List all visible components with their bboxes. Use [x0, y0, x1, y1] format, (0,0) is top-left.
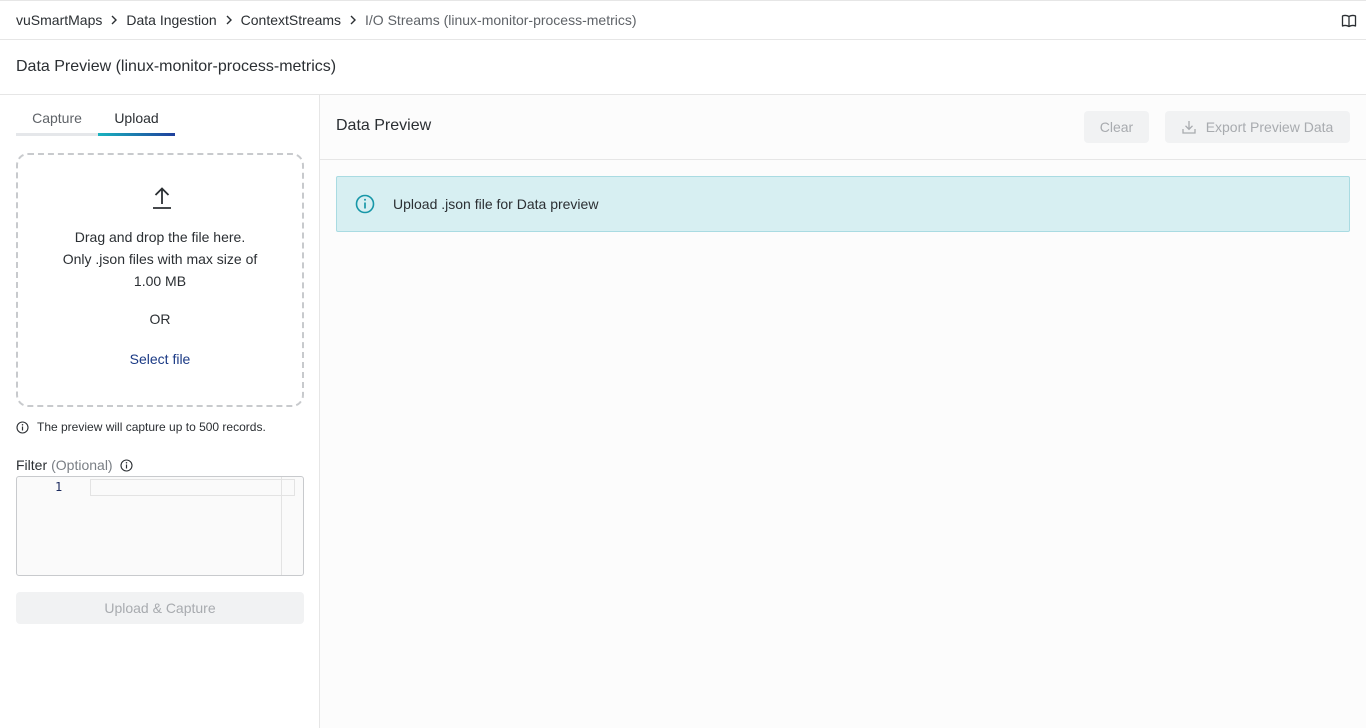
export-preview-data-button[interactable]: Export Preview Data — [1165, 111, 1350, 143]
capture-limit-note: The preview will capture up to 500 recor… — [16, 420, 266, 434]
page-title: Data Preview (linux-monitor-process-metr… — [16, 58, 337, 75]
dropzone-file-constraint: Only .json files with max size of — [62, 251, 258, 267]
editor-scrollbar[interactable] — [281, 477, 295, 575]
left-panel: Capture Upload Drag and drop the file he… — [0, 95, 320, 728]
preview-title: Data Preview — [336, 117, 432, 134]
page-header: Data Preview (linux-monitor-process-metr… — [0, 40, 1366, 95]
dropzone-max-size: 1.00 MB — [133, 273, 187, 289]
filter-label: Filter (Optional) — [16, 457, 133, 473]
upload-capture-button[interactable]: Upload & Capture — [16, 592, 304, 624]
filter-label-text: Filter — [16, 457, 48, 473]
dropzone-instruction: Drag and drop the file here. — [74, 229, 246, 245]
breadcrumb-item-contextstreams[interactable]: ContextStreams — [241, 12, 341, 28]
dropzone-or: OR — [149, 311, 171, 327]
clear-button[interactable]: Clear — [1084, 111, 1149, 143]
file-dropzone[interactable]: Drag and drop the file here. Only .json … — [16, 153, 304, 407]
info-message: Upload .json file for Data preview — [393, 196, 599, 212]
filter-optional-text: (Optional) — [51, 457, 113, 473]
upload-arrow-icon — [153, 187, 171, 209]
filter-code-editor[interactable]: 1 — [16, 476, 304, 576]
download-icon — [1182, 121, 1196, 134]
book-icon[interactable] — [1341, 13, 1357, 29]
info-icon — [355, 194, 375, 214]
select-file-link[interactable]: Select file — [110, 351, 210, 373]
tab-upload[interactable]: Upload — [98, 103, 175, 136]
breadcrumb-item-current: I/O Streams (linux-monitor-process-metri… — [365, 12, 637, 28]
editor-line-number: 1 — [55, 480, 63, 494]
breadcrumb: vuSmartMaps Data Ingestion ContextStream… — [0, 0, 1366, 40]
chevron-right-icon — [341, 12, 365, 28]
info-banner: Upload .json file for Data preview — [336, 176, 1350, 232]
tab-bar: Capture Upload — [16, 103, 175, 136]
preview-header: Data Preview Clear Export Preview Data — [320, 95, 1366, 160]
export-button-label: Export Preview Data — [1205, 119, 1334, 135]
editor-active-line[interactable] — [90, 479, 295, 496]
info-icon — [16, 420, 29, 434]
capture-limit-text: The preview will capture up to 500 recor… — [37, 420, 266, 434]
breadcrumb-item-vusmartmaps[interactable]: vuSmartMaps — [16, 12, 102, 28]
chevron-right-icon — [217, 12, 241, 28]
chevron-right-icon — [102, 12, 126, 28]
breadcrumb-item-data-ingestion[interactable]: Data Ingestion — [126, 12, 216, 28]
tab-capture[interactable]: Capture — [16, 103, 98, 133]
right-panel: Data Preview Clear Export Preview Data U… — [320, 95, 1366, 728]
info-icon[interactable] — [120, 458, 133, 472]
